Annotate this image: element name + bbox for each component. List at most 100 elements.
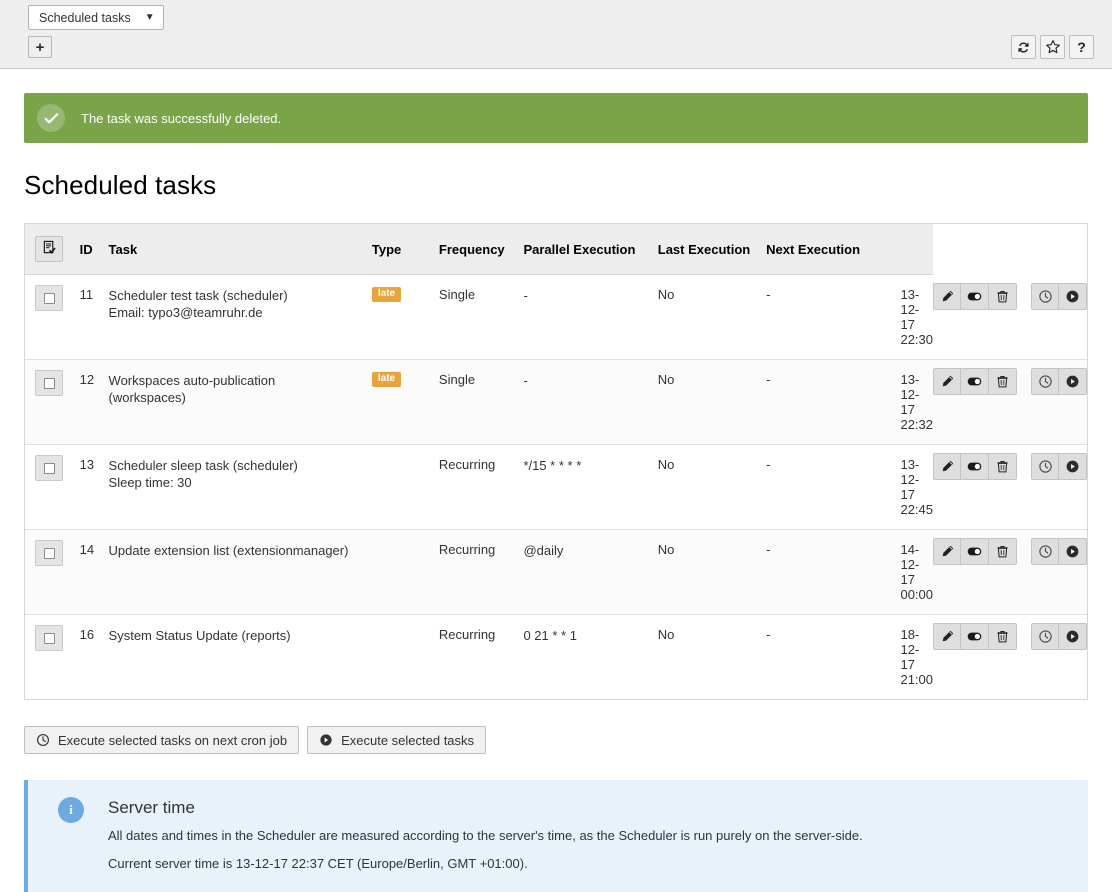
run-on-next-cron-button[interactable] bbox=[1031, 623, 1059, 650]
table-row: 16System Status Update (reports) Recurrin… bbox=[25, 615, 1087, 700]
bookmark-button[interactable] bbox=[1040, 35, 1065, 59]
refresh-icon bbox=[1016, 40, 1031, 55]
toggle-task-button[interactable] bbox=[961, 538, 989, 565]
delete-task-button[interactable] bbox=[989, 368, 1017, 395]
toggle-icon bbox=[966, 628, 983, 645]
header-frequency: Frequency bbox=[439, 224, 524, 275]
toggle-task-button[interactable] bbox=[961, 283, 989, 310]
run-task-button[interactable] bbox=[1059, 538, 1087, 565]
execute-on-next-cron-button[interactable]: Execute selected tasks on next cron job bbox=[24, 726, 299, 754]
row-parallel: No bbox=[658, 445, 766, 530]
delete-task-button[interactable] bbox=[989, 453, 1017, 480]
row-select-cell bbox=[25, 445, 80, 530]
header-check-all bbox=[25, 224, 80, 275]
toggle-icon bbox=[966, 373, 983, 390]
row-checkbox[interactable] bbox=[35, 370, 63, 396]
frequency-value: - bbox=[523, 287, 595, 305]
task-title[interactable]: System Status Update (reports) bbox=[109, 627, 372, 644]
row-select-cell bbox=[25, 530, 80, 615]
star-icon bbox=[1045, 39, 1061, 55]
run-task-button[interactable] bbox=[1059, 623, 1087, 650]
table-row: 13Scheduler sleep task (scheduler)Sleep … bbox=[25, 445, 1087, 530]
clock-icon bbox=[1038, 544, 1053, 559]
module-body: The task was successfully deleted. Sched… bbox=[0, 93, 1112, 892]
row-type: Recurring bbox=[439, 445, 524, 530]
row-type: Recurring bbox=[439, 615, 524, 700]
check-all-button[interactable] bbox=[35, 236, 63, 262]
delete-task-button[interactable] bbox=[989, 538, 1017, 565]
toggle-task-button[interactable] bbox=[961, 368, 989, 395]
edit-task-button[interactable] bbox=[933, 623, 961, 650]
checkbox-box-icon bbox=[44, 548, 55, 559]
module-select[interactable]: Scheduled tasks ▼ bbox=[28, 5, 164, 30]
trash-icon bbox=[995, 544, 1010, 559]
row-next-execution: 14-12-17 00:00 bbox=[900, 530, 933, 615]
run-on-next-cron-button[interactable] bbox=[1031, 538, 1059, 565]
run-on-next-cron-button[interactable] bbox=[1031, 368, 1059, 395]
row-checkbox[interactable] bbox=[35, 540, 63, 566]
row-badge-cell: late bbox=[372, 275, 439, 360]
edit-actions-group bbox=[933, 538, 1017, 565]
play-icon bbox=[1065, 374, 1080, 389]
bulk-actions: Execute selected tasks on next cron job … bbox=[24, 726, 1088, 754]
question-mark-icon: ? bbox=[1077, 40, 1086, 54]
row-frequency: 0 21 * * 1 bbox=[523, 615, 657, 700]
row-checkbox[interactable] bbox=[35, 285, 63, 311]
row-actions bbox=[933, 530, 1087, 615]
clock-icon bbox=[1038, 374, 1053, 389]
table-header-row: ID Task Type Frequency Parallel Executio… bbox=[25, 224, 1087, 275]
server-time-panel: i Server time All dates and times in the… bbox=[24, 780, 1088, 892]
row-id: 11 bbox=[80, 275, 109, 360]
row-id: 12 bbox=[80, 360, 109, 445]
task-title[interactable]: Scheduler sleep task (scheduler) bbox=[109, 457, 372, 474]
run-task-button[interactable] bbox=[1059, 368, 1087, 395]
toggle-task-button[interactable] bbox=[961, 623, 989, 650]
row-id: 13 bbox=[80, 445, 109, 530]
delete-task-button[interactable] bbox=[989, 283, 1017, 310]
header-last: Last Execution bbox=[658, 224, 766, 275]
task-title[interactable]: Scheduler test task (scheduler) bbox=[109, 287, 372, 304]
row-parallel: No bbox=[658, 530, 766, 615]
row-checkbox[interactable] bbox=[35, 455, 63, 481]
task-title[interactable]: Workspaces auto-publication bbox=[109, 372, 372, 389]
run-task-button[interactable] bbox=[1059, 283, 1087, 310]
checkbox-box-icon bbox=[44, 378, 55, 389]
checkbox-box-icon bbox=[44, 463, 55, 474]
row-frequency: - bbox=[523, 275, 657, 360]
row-task: Scheduler test task (scheduler)Email: ty… bbox=[109, 275, 372, 360]
edit-task-button[interactable] bbox=[933, 368, 961, 395]
new-task-button[interactable]: + bbox=[28, 36, 52, 58]
play-icon bbox=[1065, 629, 1080, 644]
execute-selected-button[interactable]: Execute selected tasks bbox=[307, 726, 486, 754]
toggle-icon bbox=[966, 288, 983, 305]
row-id: 16 bbox=[80, 615, 109, 700]
row-checkbox[interactable] bbox=[35, 625, 63, 651]
table-row: 14Update extension list (extensionmanage… bbox=[25, 530, 1087, 615]
run-on-next-cron-button[interactable] bbox=[1031, 283, 1059, 310]
toggle-icon bbox=[966, 543, 983, 560]
refresh-button[interactable] bbox=[1011, 35, 1036, 59]
play-icon bbox=[1065, 544, 1080, 559]
trash-icon bbox=[995, 629, 1010, 644]
edit-task-button[interactable] bbox=[933, 538, 961, 565]
execute-selected-label: Execute selected tasks bbox=[341, 733, 474, 748]
header-next: Next Execution bbox=[766, 224, 900, 275]
delete-task-button[interactable] bbox=[989, 623, 1017, 650]
play-icon bbox=[319, 733, 333, 747]
row-last-execution: - bbox=[766, 360, 900, 445]
row-actions bbox=[933, 275, 1087, 360]
toolbar-right-group: ? bbox=[1011, 35, 1094, 59]
help-button[interactable]: ? bbox=[1069, 35, 1094, 59]
run-on-next-cron-button[interactable] bbox=[1031, 453, 1059, 480]
page-title: Scheduled tasks bbox=[24, 170, 1088, 201]
edit-task-button[interactable] bbox=[933, 283, 961, 310]
row-badge-cell bbox=[372, 530, 439, 615]
task-title[interactable]: Update extension list (extensionmanager) bbox=[109, 542, 372, 559]
run-task-button[interactable] bbox=[1059, 453, 1087, 480]
row-last-execution: - bbox=[766, 615, 900, 700]
run-actions-group bbox=[1031, 368, 1087, 395]
toggle-task-button[interactable] bbox=[961, 453, 989, 480]
row-select-cell bbox=[25, 275, 80, 360]
row-badge-cell bbox=[372, 615, 439, 700]
edit-task-button[interactable] bbox=[933, 453, 961, 480]
